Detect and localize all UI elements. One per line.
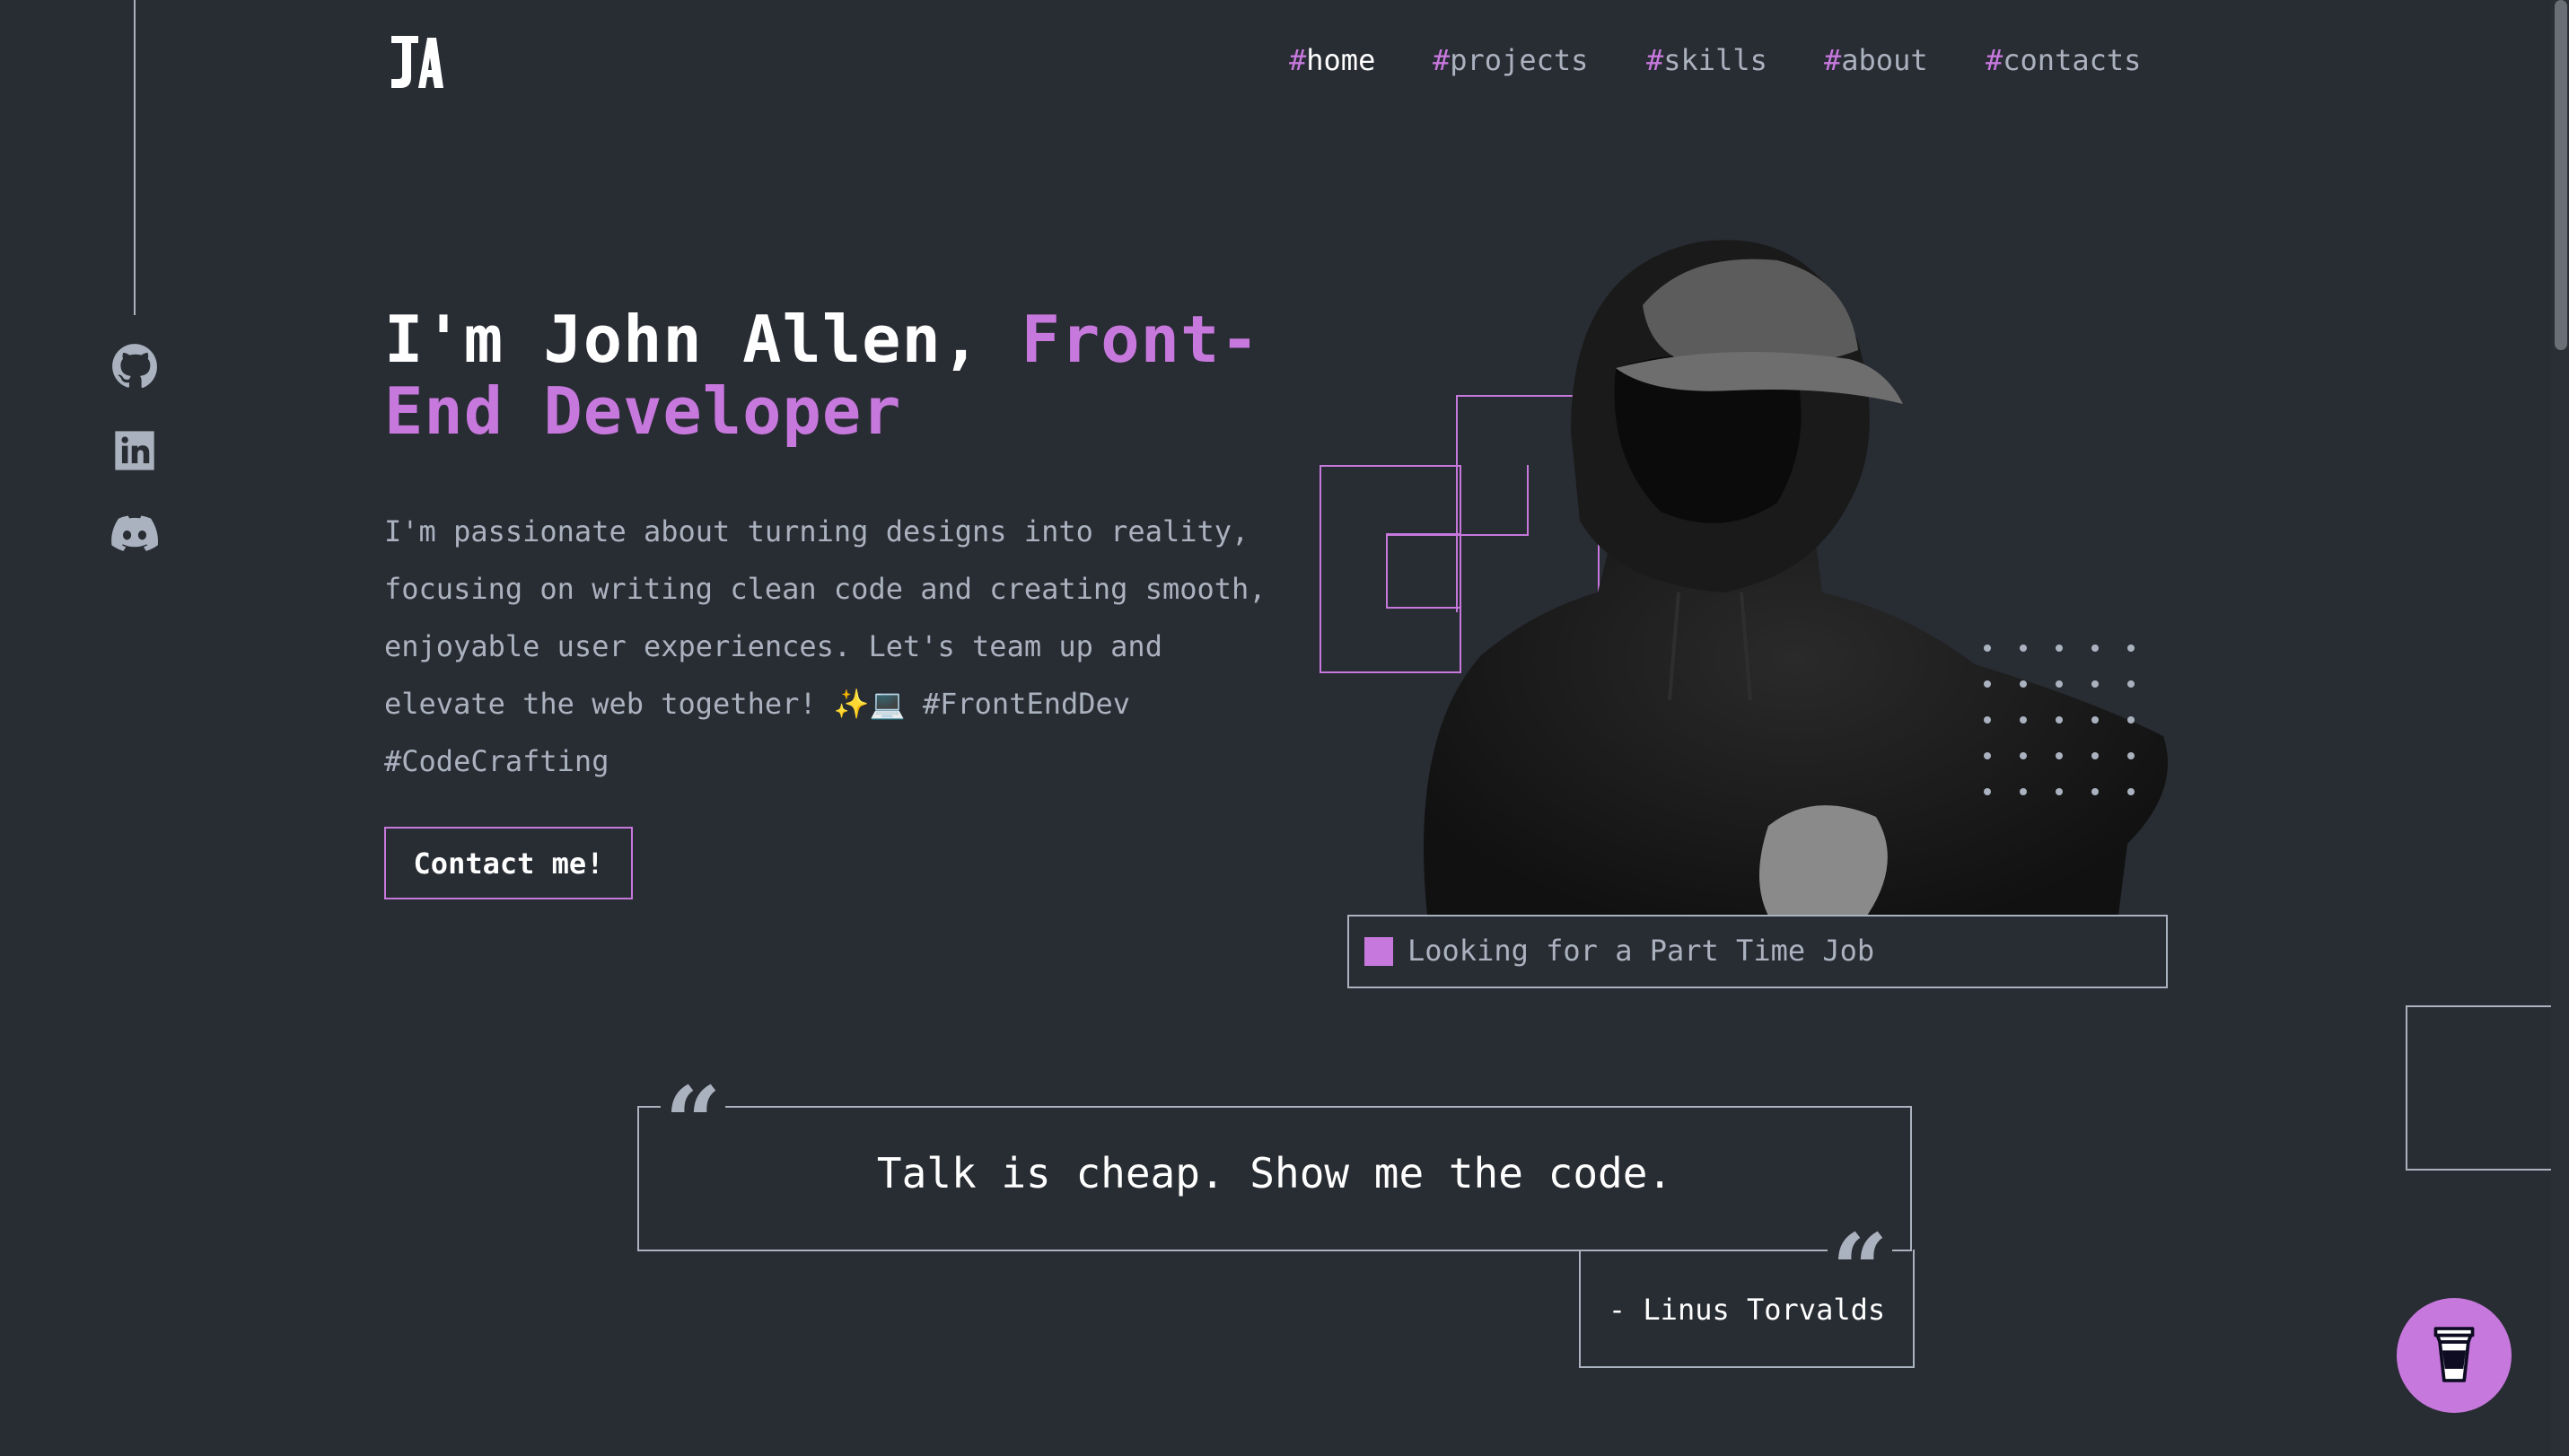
nav-label: contacts	[2003, 43, 2142, 77]
nav-hash: #	[1646, 43, 1664, 77]
contact-button[interactable]: Contact me!	[384, 827, 633, 899]
status-indicator	[1364, 937, 1393, 966]
hero-description: I'm passionate about turning designs int…	[384, 514, 1267, 778]
quote-author: - Linus Torvalds	[1608, 1293, 1886, 1327]
nav-hash: #	[1824, 43, 1842, 77]
nav-label: projects	[1450, 43, 1589, 77]
nav-label: home	[1306, 43, 1376, 77]
linkedin-icon[interactable]	[111, 427, 158, 474]
social-rail-line	[134, 0, 136, 315]
quote-open-icon: “	[661, 1074, 725, 1172]
quote-close-icon: “	[1828, 1221, 1892, 1320]
hero-title: I'm John Allen, Front- End Developer	[384, 303, 1300, 447]
hero-portrait-image	[1346, 233, 2172, 916]
nav-home[interactable]: #home	[1289, 43, 1375, 77]
nav-contacts[interactable]: #contacts	[1986, 43, 2141, 77]
nav-label: skills	[1663, 43, 1767, 77]
logo[interactable]	[388, 32, 443, 93]
nav-hash: #	[1289, 43, 1307, 77]
nav-projects[interactable]: #projects	[1433, 43, 1588, 77]
nav-hash: #	[1986, 43, 2003, 77]
nav-label: about	[1841, 43, 1928, 77]
decor-dot-grid	[1984, 645, 2145, 806]
discord-icon[interactable]	[111, 510, 159, 557]
status-text: Looking for a Part Time Job	[1407, 934, 1875, 968]
github-icon[interactable]	[111, 343, 158, 390]
scrollbar-thumb[interactable]	[2555, 0, 2567, 350]
buy-me-a-coffee-button[interactable]	[2397, 1298, 2512, 1413]
coffee-cup-icon	[2429, 1325, 2479, 1387]
nav-hash: #	[1433, 43, 1451, 77]
hero-title-name: I'm John Allen,	[384, 302, 1021, 377]
hero-title-accent: Front-	[1021, 302, 1260, 377]
decor-rectangle	[2406, 1005, 2569, 1171]
hero-title-accent: End Developer	[384, 373, 902, 449]
nav-about[interactable]: #about	[1824, 43, 1928, 77]
quote-text: Talk is cheap. Show me the code.	[876, 1149, 1673, 1197]
nav-skills[interactable]: #skills	[1646, 43, 1767, 77]
